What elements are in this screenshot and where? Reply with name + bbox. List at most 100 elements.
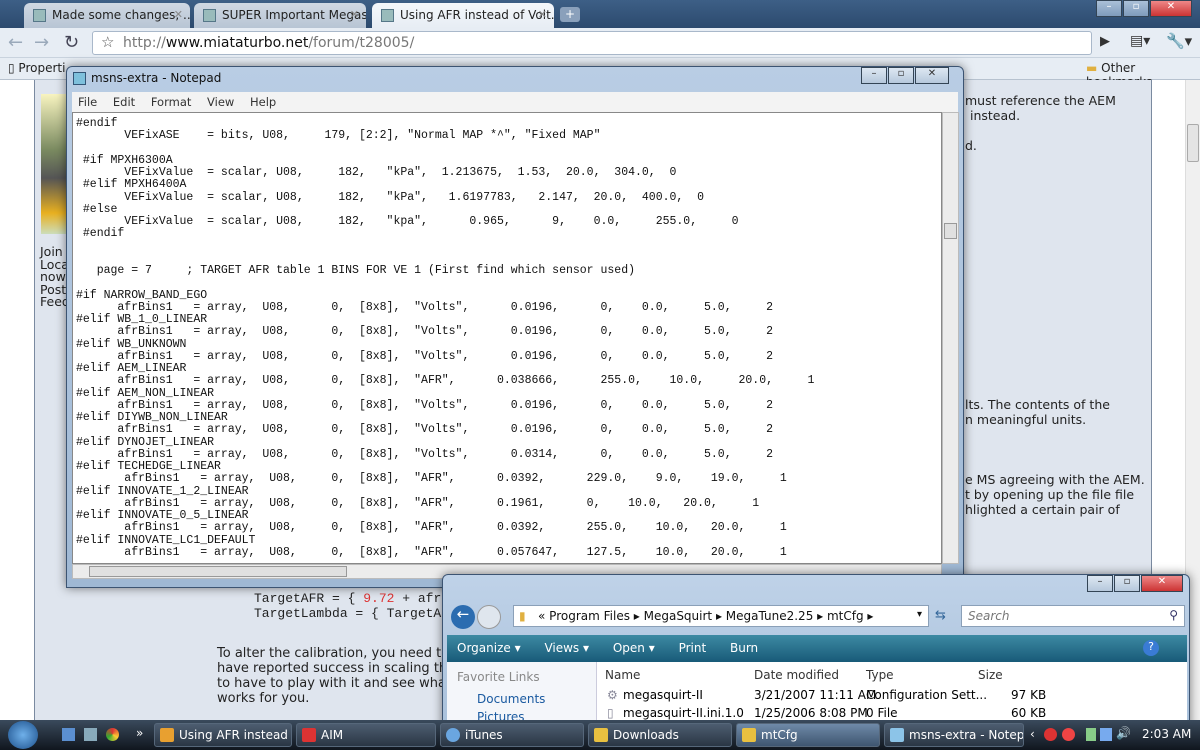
text-line: afrBins1 = array, U08, 0, [8x8], "Volts"… bbox=[76, 423, 774, 437]
aim-icon bbox=[302, 728, 316, 742]
forum-favicon bbox=[381, 9, 394, 22]
url-prefix: http:// bbox=[123, 35, 166, 51]
column-type[interactable]: Type bbox=[866, 668, 894, 682]
address-bar[interactable]: ☆ http://www.miataturbo.net/forum/t28005… bbox=[92, 31, 1092, 55]
menu-edit[interactable]: Edit bbox=[113, 95, 135, 109]
refresh-icon[interactable]: ⇆ bbox=[935, 608, 946, 623]
quicklaunch-overflow[interactable]: » bbox=[136, 726, 143, 740]
config-file-icon: ⚙ bbox=[607, 688, 618, 702]
forum-favicon bbox=[203, 9, 216, 22]
scrollbar-thumb[interactable] bbox=[944, 223, 957, 239]
column-date-modified[interactable]: Date modified bbox=[754, 668, 839, 682]
browser-tab-strip: Made some changes, ... ✕ SUPER Important … bbox=[0, 0, 1200, 28]
breadcrumb-megatune[interactable]: MegaTune2.25 bbox=[726, 609, 814, 623]
taskbar-notepad[interactable]: msns-extra - Notep... bbox=[884, 723, 1024, 747]
search-input[interactable]: Search ⚲ bbox=[961, 605, 1185, 627]
taskbar-downloads[interactable]: Downloads bbox=[588, 723, 732, 747]
scrollbar-thumb[interactable] bbox=[1187, 124, 1199, 162]
menu-format[interactable]: Format bbox=[151, 95, 192, 109]
tab-using-afr[interactable]: Using AFR instead of Volt... ✕ bbox=[372, 3, 554, 28]
breadcrumb-program-files[interactable]: Program Files bbox=[549, 609, 630, 623]
back-button[interactable]: ← bbox=[8, 32, 23, 53]
address-breadcrumb[interactable]: ▮ « Program Files ▸ MegaSquirt ▸ MegaTun… bbox=[513, 605, 929, 627]
file-row[interactable]: ⚙ megasquirt-II 3/21/2007 11:11 AM Confi… bbox=[597, 688, 1167, 706]
menu-file[interactable]: File bbox=[78, 95, 97, 109]
network-icon[interactable] bbox=[1086, 728, 1096, 741]
reload-button[interactable]: ↻ bbox=[64, 32, 79, 53]
aim-tray-icon[interactable] bbox=[1044, 728, 1057, 741]
scrollbar-thumb[interactable] bbox=[89, 566, 347, 577]
breadcrumb-megasquirt[interactable]: MegaSquirt bbox=[644, 609, 713, 623]
organize-button[interactable]: Organize ▾ bbox=[457, 641, 521, 655]
text-line: afrBins1 = array, U08, 0, [8x8], "AFR", … bbox=[76, 521, 787, 535]
taskbar-chrome[interactable]: Using AFR instead ... bbox=[154, 723, 292, 747]
open-button[interactable]: Open ▾ bbox=[613, 641, 655, 655]
menu-help[interactable]: Help bbox=[250, 95, 276, 109]
minimize-button[interactable]: – bbox=[1096, 0, 1122, 17]
column-name[interactable]: Name bbox=[605, 668, 640, 682]
back-button[interactable]: ← bbox=[451, 605, 475, 629]
tray-app-icon[interactable] bbox=[1062, 728, 1075, 741]
notepad-text-area[interactable]: #endif VEFixASE = bits, U08, 179, [2:2],… bbox=[72, 112, 942, 564]
chrome-quicklaunch-icon[interactable] bbox=[106, 728, 119, 741]
tab-made-some-changes[interactable]: Made some changes, ... ✕ bbox=[24, 3, 190, 28]
column-size[interactable]: Size bbox=[978, 668, 1003, 682]
bookmark-properties[interactable]: ▯ Properti bbox=[8, 61, 65, 75]
close-tab-icon[interactable]: ✕ bbox=[174, 8, 183, 21]
go-icon[interactable]: ▶ bbox=[1100, 34, 1110, 49]
search-icon[interactable]: ⚲ bbox=[1169, 608, 1178, 622]
minimize-button[interactable]: – bbox=[861, 67, 887, 84]
paragraph-line: have reported success in scaling the bbox=[217, 661, 456, 676]
start-button[interactable] bbox=[8, 721, 38, 749]
forward-button[interactable]: → bbox=[34, 32, 49, 53]
text-line: #elif MPXH6400A bbox=[76, 178, 187, 192]
tab-super-important[interactable]: SUPER Important Megas... ✕ bbox=[194, 3, 366, 28]
forward-button[interactable] bbox=[477, 605, 501, 629]
tray-expand-icon[interactable]: ‹ bbox=[1030, 727, 1035, 741]
code-text: TargetAFR = { bbox=[254, 591, 364, 606]
burn-button[interactable]: Burn bbox=[730, 641, 758, 655]
clock[interactable]: 2:03 AM bbox=[1142, 727, 1191, 741]
page-menu-icon[interactable]: ▤▾ bbox=[1130, 33, 1150, 49]
taskbar-mtcfg[interactable]: mtCfg bbox=[736, 723, 880, 747]
breadcrumb-overflow[interactable]: « bbox=[538, 609, 545, 623]
vertical-scrollbar[interactable] bbox=[942, 112, 959, 564]
close-button[interactable]: ✕ bbox=[915, 67, 949, 84]
views-button[interactable]: Views ▾ bbox=[544, 641, 589, 655]
close-tab-icon[interactable]: ✕ bbox=[538, 8, 547, 21]
bookmark-star-icon[interactable]: ☆ bbox=[101, 33, 114, 51]
post-text: hlighted a certain pair of bbox=[965, 502, 1120, 517]
maximize-button[interactable]: ▫ bbox=[888, 67, 914, 84]
url-path: /forum/t28005/ bbox=[308, 35, 415, 51]
explorer-window: – ▫ ✕ ← ▮ « Program Files ▸ MegaSquirt ▸ M… bbox=[442, 574, 1190, 742]
print-button[interactable]: Print bbox=[679, 641, 707, 655]
taskbar: » Using AFR instead ... AIM iTunes Downl… bbox=[0, 720, 1200, 750]
text-line: page = 7 ; TARGET AFR table 1 BINS FOR V… bbox=[76, 264, 635, 277]
favorite-documents[interactable]: Documents bbox=[457, 692, 586, 706]
close-button[interactable]: ✕ bbox=[1150, 0, 1192, 17]
maximize-button[interactable]: ▫ bbox=[1123, 0, 1149, 17]
tray-device-icon[interactable] bbox=[1100, 728, 1112, 741]
new-tab-button[interactable]: + bbox=[560, 7, 580, 22]
menu-view[interactable]: View bbox=[207, 95, 234, 109]
notepad-icon bbox=[890, 728, 904, 742]
show-desktop-icon[interactable] bbox=[62, 728, 75, 741]
minimize-button[interactable]: – bbox=[1087, 575, 1113, 592]
search-placeholder: Search bbox=[968, 609, 1010, 623]
dropdown-icon[interactable]: ▾ bbox=[917, 609, 922, 620]
volume-icon[interactable]: 🔊 bbox=[1116, 726, 1131, 740]
maximize-button[interactable]: ▫ bbox=[1114, 575, 1140, 592]
help-icon[interactable]: ? bbox=[1143, 640, 1159, 656]
file-size: 97 KB bbox=[1011, 688, 1047, 702]
text-line bbox=[76, 241, 938, 253]
switch-windows-icon[interactable] bbox=[84, 728, 97, 741]
close-button[interactable]: ✕ bbox=[1141, 575, 1183, 592]
close-tab-icon[interactable]: ✕ bbox=[350, 8, 359, 21]
taskbar-itunes[interactable]: iTunes bbox=[440, 723, 584, 747]
taskbar-aim[interactable]: AIM bbox=[296, 723, 436, 747]
text-line: #endif bbox=[76, 227, 125, 241]
wrench-menu-icon[interactable]: 🔧▾ bbox=[1166, 32, 1192, 50]
notepad-icon bbox=[73, 72, 86, 85]
code-target-lambda: TargetLambda = { TargetAF bbox=[254, 606, 450, 621]
breadcrumb-mtcfg[interactable]: mtCfg bbox=[827, 609, 864, 623]
